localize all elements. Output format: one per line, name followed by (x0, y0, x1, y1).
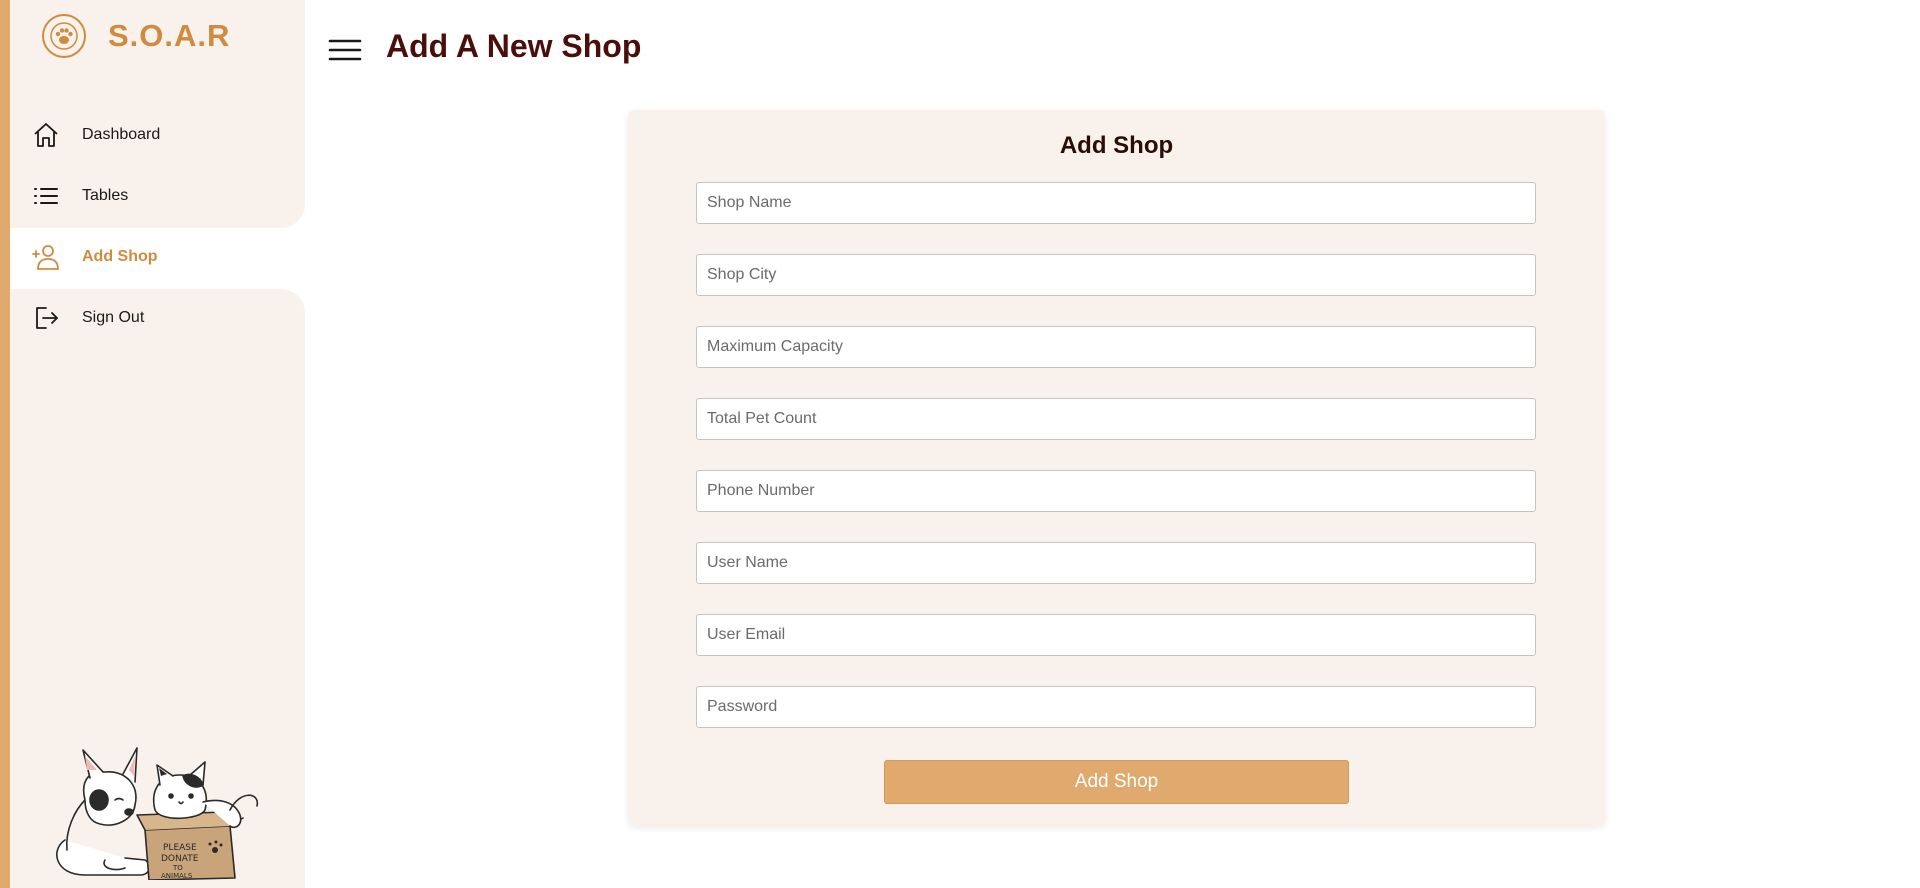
sidebar-item-add-shop[interactable]: Add Shop (30, 237, 158, 277)
brand-logo[interactable]: S.O.A.R (42, 14, 230, 58)
phone-number-input[interactable] (696, 470, 1536, 512)
sidebar-item-sign-out[interactable]: Sign Out (30, 298, 144, 338)
form-title: Add Shop (1059, 132, 1174, 159)
shop-name-input[interactable] (696, 182, 1536, 224)
add-shop-form: Add Shop Add Shop (628, 110, 1605, 826)
sidebar-item-label: Dashboard (82, 126, 161, 143)
add-user-icon (30, 241, 62, 273)
brand-name: S.O.A.R (108, 18, 231, 53)
svg-text:PLEASE: PLEASE (163, 843, 197, 853)
sidebar-accent-bar (0, 0, 10, 888)
sidebar-item-dashboard[interactable]: Dashboard (30, 115, 160, 155)
password-input[interactable] (696, 686, 1536, 728)
add-shop-submit-button[interactable]: Add Shop (884, 760, 1349, 804)
svg-text:ANIMALS: ANIMALS (161, 872, 193, 880)
sidebar: S.O.A.R Dashboard Tables Add Shop Sign O… (10, 0, 305, 888)
sidebar-item-label: Sign Out (82, 309, 145, 326)
hamburger-menu-button[interactable] (328, 36, 362, 64)
shop-city-input[interactable] (696, 254, 1536, 296)
list-icon (30, 180, 62, 212)
user-email-input[interactable] (696, 614, 1536, 656)
page-title: Add A New Shop (386, 28, 642, 64)
total-pet-count-input[interactable] (696, 398, 1536, 440)
sidebar-item-label: Tables (82, 187, 129, 204)
sign-out-icon (30, 302, 62, 334)
sidebar-item-tables[interactable]: Tables (30, 176, 128, 216)
pets-donation-illustration: PLEASE DONATE TO ANIMALS (45, 740, 275, 881)
home-icon (30, 119, 62, 151)
paw-logo-icon (42, 14, 86, 58)
sidebar-item-label: Add Shop (82, 248, 158, 265)
maximum-capacity-input[interactable] (696, 326, 1536, 368)
user-name-input[interactable] (696, 542, 1536, 584)
svg-text:DONATE: DONATE (161, 854, 199, 864)
svg-text:TO: TO (172, 864, 183, 872)
